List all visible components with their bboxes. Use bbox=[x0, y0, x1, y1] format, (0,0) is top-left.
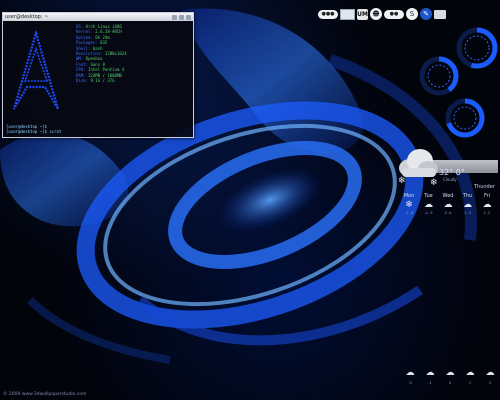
gauge-inner-ring bbox=[464, 35, 490, 61]
ram-gauge bbox=[419, 56, 459, 96]
weather-icon: ☁ 1 bbox=[465, 368, 475, 385]
weather-icon: ☁ bbox=[443, 200, 453, 210]
weather-icon: ☁ -3 bbox=[405, 368, 415, 385]
snowflake-icon: ❄ bbox=[430, 178, 438, 188]
weather-icon: ☁ 0 bbox=[445, 368, 455, 385]
current-temperature: 32° 0° bbox=[439, 168, 465, 177]
desktop: user@desktop: ~ OS: Arch Linux i686 Kern… bbox=[0, 0, 500, 400]
weather-icon: ❄ bbox=[405, 200, 413, 210]
forecast-day: Wed ☁ 0 -4 bbox=[439, 193, 457, 215]
weather-icon: ☁ bbox=[482, 200, 492, 210]
weather-icon: ☁ bbox=[463, 200, 472, 210]
forecast-day: Fri ☁ 2 -2 bbox=[478, 193, 496, 215]
weather-forecast: Mon ❄ -2 -6 Tue ☁ -1 -5 Wed ☁ 0 -4 Thu ☁… bbox=[400, 193, 496, 215]
forecast-temps: 1 -3 bbox=[464, 211, 471, 215]
forecast-temps: -2 -6 bbox=[404, 211, 414, 215]
forecast-day: Thu ☁ 1 -3 bbox=[459, 193, 477, 215]
snowflake-icon: ❄ bbox=[398, 176, 406, 186]
gauge-inner-ring bbox=[453, 106, 477, 130]
forecast-temps: 0 -4 bbox=[444, 211, 452, 215]
weather-widget: 32° 0° Cloudy Thunder ❄ ❄ Mon ❄ -2 -6 Tu… bbox=[396, 146, 500, 226]
bottom-weather-row: ☁ -3 ☁ -1 ☁ 0 ☁ 1 ☁ 2 bbox=[401, 368, 499, 388]
forecast-day: Mon ❄ -2 -6 bbox=[400, 193, 418, 215]
gauge-inner-ring bbox=[427, 64, 451, 88]
weather-icon: ☁ 2 bbox=[485, 368, 495, 385]
weather-today-label: Thunder bbox=[474, 184, 495, 190]
weather-icon: ☁ -1 bbox=[425, 368, 435, 385]
weather-icon: ☁ bbox=[424, 200, 433, 210]
forecast-day: Tue ☁ -1 -5 bbox=[420, 193, 438, 215]
weather-condition: Cloudy bbox=[443, 177, 457, 182]
disk-gauge bbox=[445, 98, 485, 138]
cpu-gauge bbox=[456, 27, 498, 69]
wallpaper-credit: © 2009 www.3dwallpaperstudio.com bbox=[3, 392, 87, 397]
forecast-temps: -1 -5 bbox=[424, 211, 433, 215]
forecast-temps: 2 -2 bbox=[483, 211, 491, 215]
